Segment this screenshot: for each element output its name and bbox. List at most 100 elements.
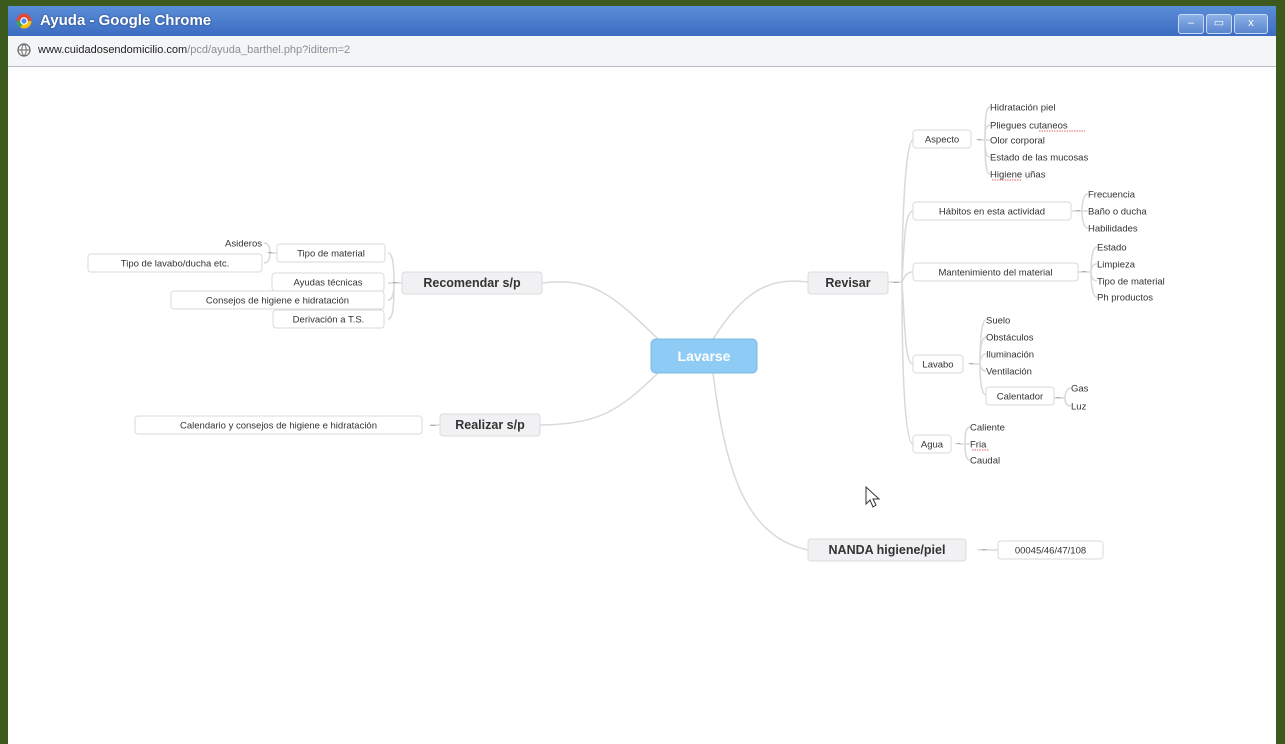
- leaf-agua-0[interactable]: Caliente: [970, 423, 1005, 434]
- leaf-mantenimiento-1-label: Limpieza: [1097, 260, 1136, 271]
- browser-window: Ayuda - Google Chrome – ▭ x www.cuidados…: [8, 6, 1276, 744]
- node-realizar-label: Realizar s/p: [455, 418, 525, 432]
- collapse-agua[interactable]: −: [955, 439, 961, 450]
- leaf-habitos-0-label: Frecuencia: [1088, 190, 1136, 201]
- collapse-mantenimiento[interactable]: −: [1081, 267, 1087, 278]
- collapse-calentador[interactable]: −: [1055, 393, 1061, 404]
- leaf-aspecto-2[interactable]: Olor corporal: [990, 136, 1045, 147]
- chrome-icon: [16, 13, 32, 29]
- collapse-tipo-material[interactable]: −: [267, 248, 273, 259]
- leaf-lavabo-2[interactable]: Iluminación: [986, 350, 1034, 361]
- leaf-lavabo-2-label: Iluminación: [986, 350, 1034, 361]
- node-ayudas-label: Ayudas técnicas: [293, 278, 362, 289]
- leaf-aspecto-4-label: Higiene uñas: [990, 170, 1046, 181]
- title-bar[interactable]: Ayuda - Google Chrome – ▭ x: [8, 6, 1276, 36]
- node-habitos[interactable]: Hábitos en esta actividad: [912, 201, 1072, 221]
- collapse-realizar[interactable]: −: [430, 421, 436, 432]
- node-consejos-label: Consejos de higiene e hidratación: [206, 296, 349, 307]
- node-derivacion-label: Derivación a T.S.: [293, 315, 365, 326]
- central-node-label: Lavarse: [678, 348, 731, 364]
- leaf-lavabo-1-label: Obstáculos: [986, 333, 1034, 344]
- leaf-mantenimiento-0-label: Estado: [1097, 243, 1127, 254]
- collapse-aspecto[interactable]: −: [976, 135, 982, 146]
- node-derivacion[interactable]: Derivación a T.S.: [272, 309, 385, 329]
- node-nanda[interactable]: NANDA higiene/piel: [807, 538, 967, 562]
- mouse-cursor-icon: [865, 485, 881, 508]
- node-calentador-label: Calentador: [997, 392, 1043, 403]
- node-mantenimiento[interactable]: Mantenimiento del material: [912, 262, 1079, 282]
- leaf-aspecto-1[interactable]: Pliegues cutaneos: [990, 121, 1085, 132]
- collapse-revisar[interactable]: −: [893, 278, 899, 289]
- leaf-agua-2-label: Caudal: [970, 456, 1000, 467]
- leaf-habitos-0[interactable]: Frecuencia: [1088, 190, 1136, 201]
- node-revisar[interactable]: Revisar: [807, 271, 889, 295]
- leaf-calentador-0[interactable]: Gas: [1071, 384, 1089, 395]
- url-field[interactable]: www.cuidadosendomicilio.com/pcd/ayuda_ba…: [38, 44, 350, 56]
- leaf-aspecto-3-label: Estado de las mucosas: [990, 153, 1088, 164]
- node-aspecto[interactable]: Aspecto: [912, 129, 972, 149]
- leaf-mantenimiento-3[interactable]: Ph productos: [1097, 293, 1153, 304]
- leaf-habitos-2[interactable]: Habilidades: [1088, 224, 1138, 235]
- node-revisar-label: Revisar: [825, 276, 870, 290]
- leaf-agua-2[interactable]: Caudal: [970, 456, 1000, 467]
- node-nanda-label: NANDA higiene/piel: [829, 543, 946, 557]
- leaf-calentador-0-label: Gas: [1071, 384, 1089, 395]
- collapse-habitos[interactable]: −: [1075, 206, 1081, 217]
- minimize-button[interactable]: –: [1178, 14, 1204, 34]
- leaf-mantenimiento-3-label: Ph productos: [1097, 293, 1153, 304]
- node-mantenimiento-label: Mantenimiento del material: [938, 268, 1052, 279]
- node-calentador[interactable]: Calentador: [985, 386, 1055, 406]
- node-consejos[interactable]: Consejos de higiene e hidratación: [170, 290, 385, 310]
- leaf-habitos-1[interactable]: Baño o ducha: [1088, 207, 1147, 218]
- leaf-mantenimiento-2[interactable]: Tipo de material: [1097, 277, 1165, 288]
- window-title: Ayuda - Google Chrome: [40, 12, 212, 29]
- address-bar[interactable]: www.cuidadosendomicilio.com/pcd/ayuda_ba…: [8, 36, 1276, 67]
- leaf-aspecto-0[interactable]: Hidratación piel: [990, 103, 1055, 114]
- node-agua[interactable]: Agua: [912, 434, 952, 454]
- node-lavabo[interactable]: Lavabo: [912, 354, 964, 374]
- leaf-aspecto-3[interactable]: Estado de las mucosas: [990, 153, 1088, 164]
- node-recomendar[interactable]: Recomendar s/p: [401, 271, 543, 295]
- node-tipo-material[interactable]: Tipo de material: [276, 243, 386, 263]
- leaf-calentador-1[interactable]: Luz: [1071, 402, 1087, 413]
- leaf-lavabo-3[interactable]: Ventilación: [986, 367, 1032, 378]
- url-domain: www.cuidadosendomicilio.com: [38, 44, 188, 56]
- mindmap-canvas: Lavarse Revisar − Aspecto − Hidratación piel P…: [8, 67, 1276, 744]
- leaf-aspecto-2-label: Olor corporal: [990, 136, 1045, 147]
- node-agua-label: Agua: [921, 440, 944, 451]
- leaf-calentador-1-label: Luz: [1071, 402, 1087, 413]
- leaf-agua-1[interactable]: Fria: [970, 440, 989, 451]
- leaf-mantenimiento-0[interactable]: Estado: [1097, 243, 1127, 254]
- close-button[interactable]: x: [1234, 14, 1268, 34]
- node-ayudas[interactable]: Ayudas técnicas: [271, 272, 385, 292]
- leaf-asideros[interactable]: Asideros: [225, 239, 262, 250]
- node-tipo-material-label: Tipo de material: [297, 249, 365, 260]
- node-realizar[interactable]: Realizar s/p: [439, 413, 541, 437]
- leaf-lavabo-0[interactable]: Suelo: [986, 316, 1010, 327]
- leaf-calendario-label: Calendario y consejos de higiene e hidra…: [180, 421, 377, 432]
- page-icon: [17, 43, 31, 57]
- leaf-calendario[interactable]: Calendario y consejos de higiene e hidra…: [134, 415, 423, 435]
- leaf-mantenimiento-2-label: Tipo de material: [1097, 277, 1165, 288]
- collapse-lavabo[interactable]: −: [968, 359, 974, 370]
- leaf-mantenimiento-1[interactable]: Limpieza: [1097, 260, 1136, 271]
- central-node[interactable]: Lavarse: [650, 338, 758, 374]
- leaf-asideros-label: Asideros: [225, 239, 262, 250]
- leaf-aspecto-1-label: Pliegues cutaneos: [990, 121, 1068, 132]
- leaf-lavabo-0-label: Suelo: [986, 316, 1010, 327]
- maximize-button[interactable]: ▭: [1206, 14, 1232, 34]
- node-aspecto-label: Aspecto: [925, 135, 959, 146]
- leaf-nanda-code[interactable]: 00045/46/47/108: [997, 540, 1104, 560]
- collapse-recomendar[interactable]: −: [392, 278, 398, 289]
- leaf-agua-0-label: Caliente: [970, 423, 1005, 434]
- leaf-aspecto-4[interactable]: Higiene uñas: [990, 170, 1046, 181]
- mindmap-svg: Lavarse Revisar − Aspecto − Hidratación piel P…: [87, 103, 1165, 562]
- leaf-tipo-lavabo[interactable]: Tipo de lavabo/ducha etc.: [87, 253, 263, 273]
- mindmap-connectors: [263, 106, 1098, 551]
- leaf-habitos-2-label: Habilidades: [1088, 224, 1138, 235]
- node-recomendar-label: Recomendar s/p: [423, 276, 521, 290]
- leaf-lavabo-1[interactable]: Obstáculos: [986, 333, 1034, 344]
- leaf-aspecto-0-label: Hidratación piel: [990, 103, 1055, 114]
- collapse-nanda[interactable]: −: [981, 545, 987, 556]
- leaf-nanda-code-label: 00045/46/47/108: [1015, 546, 1086, 557]
